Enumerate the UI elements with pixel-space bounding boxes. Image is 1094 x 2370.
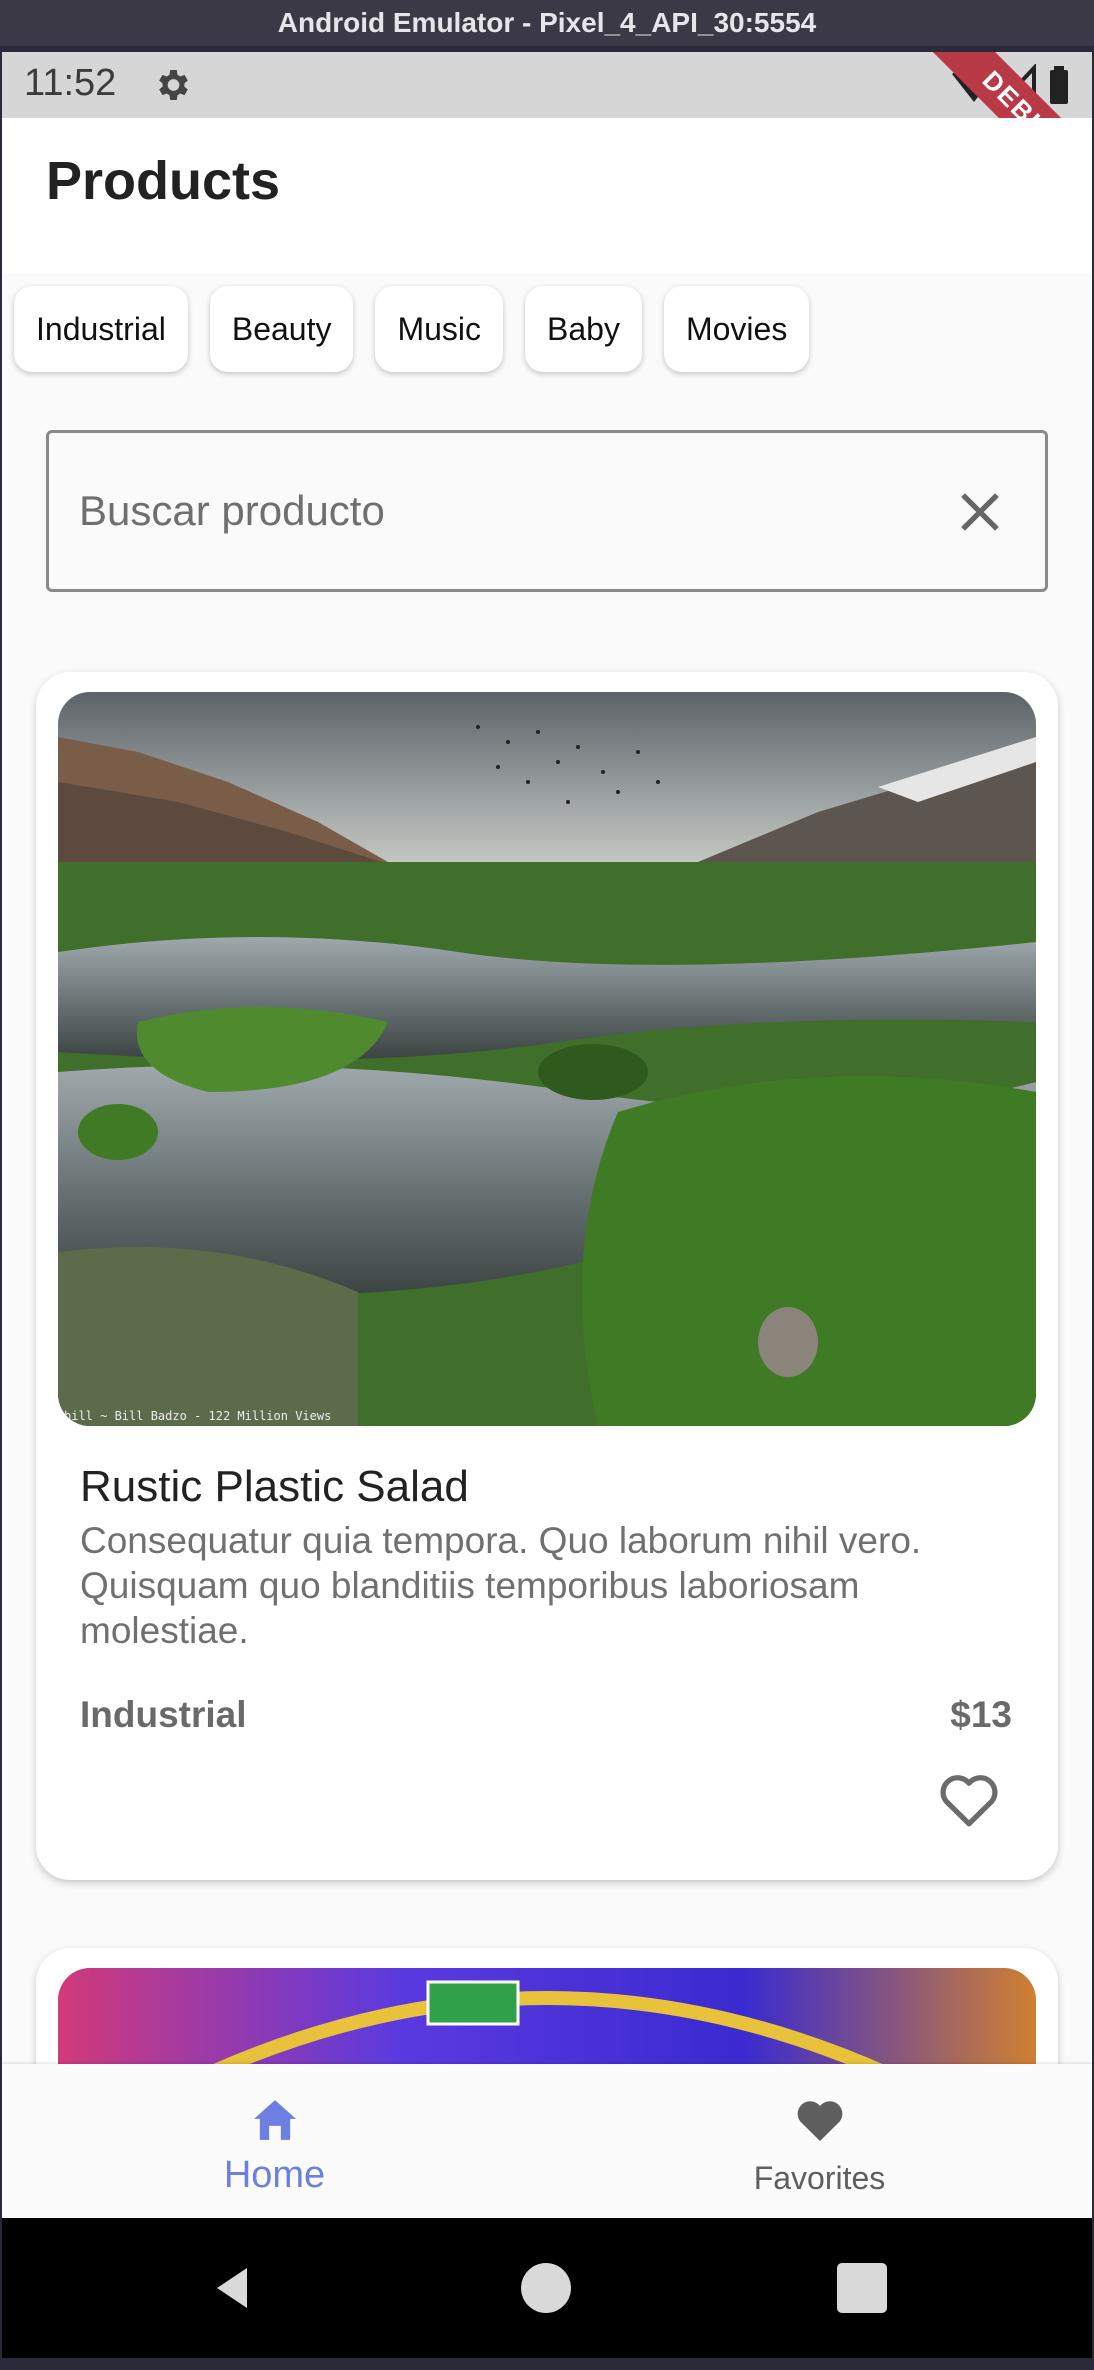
chip-beauty[interactable]: Beauty xyxy=(209,286,354,372)
phone-screen: 11:52 DEBUG Products Industrial Beauty M… xyxy=(2,52,1092,2218)
nav-home-label: Home xyxy=(223,2154,326,2196)
nav-home[interactable]: Home xyxy=(2,2064,547,2218)
search-input[interactable] xyxy=(79,473,939,549)
close-icon[interactable] xyxy=(951,483,1009,541)
product-price: $13 xyxy=(950,1694,1012,1735)
product-name: Rustic Plastic Salad xyxy=(80,1462,469,1511)
chip-baby[interactable]: Baby xyxy=(525,286,642,372)
app-bar: Products xyxy=(2,118,1092,274)
battery-icon xyxy=(1050,70,1068,104)
system-navigation-bar xyxy=(2,2218,1092,2358)
favorite-heart-outline-icon[interactable] xyxy=(934,1764,1004,1834)
home-circle-icon[interactable] xyxy=(516,2258,576,2318)
home-icon xyxy=(253,2100,296,2140)
chip-music[interactable]: Music xyxy=(375,286,504,372)
back-icon[interactable] xyxy=(202,2258,262,2318)
chip-movies[interactable]: Movies xyxy=(663,286,810,372)
status-bar: 11:52 xyxy=(2,52,1092,118)
page-title: Products xyxy=(46,151,281,211)
product-image: bill ~ Bill Badzo - 122 Million Views xyxy=(58,692,1036,1426)
product-card[interactable]: bill ~ Bill Badzo - 122 Million Views Ru… xyxy=(36,672,1058,1880)
nav-favorites-label: Favorites xyxy=(753,2160,886,2196)
chip-industrial[interactable]: Industrial xyxy=(14,286,188,372)
heart-icon xyxy=(797,2101,842,2141)
image-watermark: bill ~ Bill Badzo - 122 Million Views xyxy=(64,1409,331,1423)
recents-square-icon[interactable] xyxy=(832,2258,892,2318)
nav-favorites[interactable]: Favorites xyxy=(547,2064,1092,2218)
bottom-navigation: Home Favorites xyxy=(2,2064,1092,2218)
settings-gear-icon xyxy=(159,70,188,100)
search-field xyxy=(46,430,1048,592)
window-title: Android Emulator - Pixel_4_API_30:5554 xyxy=(0,0,1094,46)
product-category: Industrial xyxy=(80,1694,247,1735)
product-description: Consequatur quia tempora. Quo laborum ni… xyxy=(80,1520,922,1651)
emulator-frame: Android Emulator - Pixel_4_API_30:5554 1… xyxy=(0,0,1094,2370)
category-chips: Industrial Beauty Music Baby Movies xyxy=(14,286,810,374)
status-time: 11:52 xyxy=(24,62,117,104)
